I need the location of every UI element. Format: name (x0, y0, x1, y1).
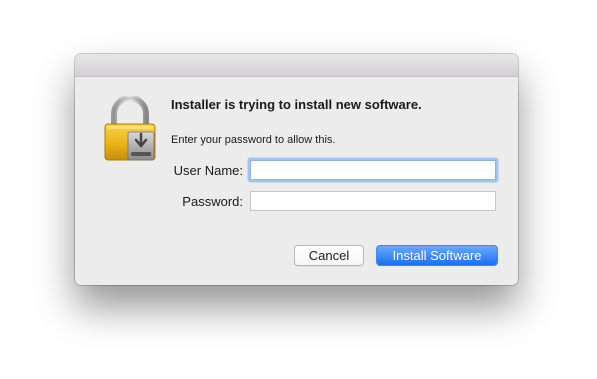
dialog-heading: Installer is trying to install new softw… (171, 97, 422, 112)
username-label: User Name: (173, 163, 243, 178)
lock-icon (104, 96, 156, 161)
authentication-dialog: Installer is trying to install new softw… (75, 54, 518, 285)
install-software-button[interactable]: Install Software (376, 245, 498, 266)
dialog-titlebar[interactable] (75, 54, 518, 77)
password-label: Password: (182, 194, 243, 209)
dialog-subtext: Enter your password to allow this. (171, 134, 336, 146)
cancel-button[interactable]: Cancel (294, 245, 364, 266)
password-field[interactable] (250, 191, 496, 211)
username-field[interactable] (250, 160, 496, 180)
